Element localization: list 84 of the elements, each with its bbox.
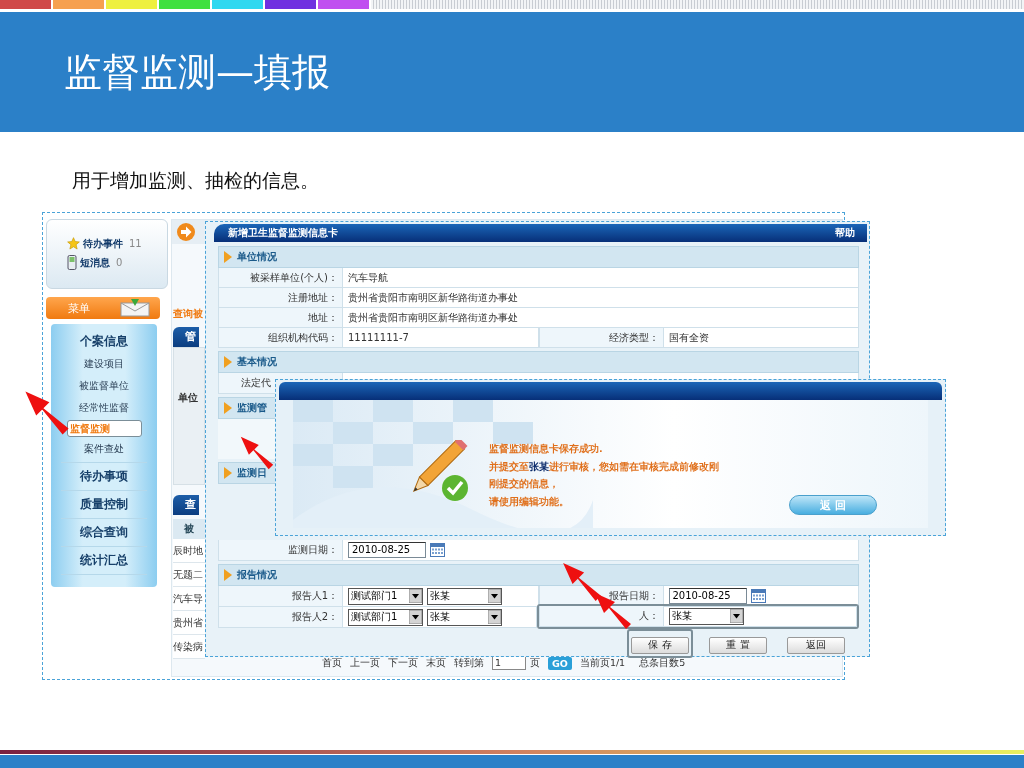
dropdown[interactable]: 张某 [427,608,502,626]
menu-group[interactable]: 统计汇总 [76,549,132,572]
page-link[interactable]: 上一页 [350,656,380,670]
menu-title: 菜单 [68,300,90,316]
field-label: 被采样单位(个人)： [218,268,343,288]
table-cell: 汽车导 [173,587,205,611]
notice-label[interactable]: 待办事件 [83,236,123,251]
tab[interactable]: 管 [173,327,199,347]
slide-subtitle: 用于增加监测、抽检的信息。 [72,168,319,193]
section-title: 基本情况 [237,355,277,369]
field-label: 人： [538,606,664,627]
menu-item[interactable]: 被监督单位 [67,376,141,396]
notice-count: 0 [116,257,123,268]
pointer-arrow [23,389,71,437]
field-label: 报告人2： [218,607,343,628]
menu-group[interactable]: 综合查询 [76,521,132,544]
menu-group[interactable]: 个案信息 [76,330,132,353]
triangle-icon [223,250,233,264]
page-link[interactable]: 下一页 [388,656,418,670]
dropdown[interactable]: 测试部门1 [348,608,423,626]
field-value: 汽车导航 [348,270,388,285]
total-count: 总条目数5 [639,656,686,670]
field-value: 国有全资 [668,330,709,345]
column-header: 被 [173,519,205,539]
tab[interactable]: 查 [173,495,199,515]
menu-item[interactable]: 经常性监督 [67,398,141,418]
table-cell: 无题二 [173,563,205,587]
field-label: 单位 [178,392,198,403]
date-field[interactable]: 2010-08-25 [348,542,426,558]
page-input[interactable]: 1 [492,656,526,670]
dropdown[interactable]: 张某 [668,607,744,625]
arrow-right-icon[interactable] [176,222,196,242]
field-value: 贵州省贵阳市南明区新华路街道办事处 [348,290,518,305]
field-label: 监测日期： [218,540,343,561]
window-title: 新增卫生监督监测信息卡 [228,226,338,240]
page-unit: 页 [530,656,540,670]
field-label: 地址： [218,308,343,328]
field-value: 贵州省贵阳市南明区新华路街道办事处 [348,310,518,325]
form-button[interactable]: 返回 [787,636,845,654]
dropdown[interactable]: 测试部门1 [348,587,423,605]
query-heading: 查询被 [173,307,204,321]
form-button[interactable]: 重 置 [709,636,767,654]
caret-icon [488,589,501,603]
envelope-icon [120,299,150,317]
field-label: 注册地址： [218,288,343,308]
slide-title: 监督监测—填报 [64,48,330,96]
table-cell: 传染病 [173,635,205,659]
caret-icon [409,589,422,603]
caret-icon [729,609,743,623]
date-field[interactable]: 2010-08-25 [668,588,747,604]
star-icon [67,237,80,250]
triangle-icon [223,401,233,415]
success-message: 监督监测信息卡保存成功. 并提交至张某进行审核，您如需在审核完成前修改刚 刚提交的信息， 请使用编辑功能。 [489,442,719,509]
page-link[interactable]: 首页 [322,656,342,670]
caret-icon [409,610,422,624]
table-cell: 辰时地 [173,539,205,563]
menu-group[interactable]: 待办事项 [76,465,132,488]
page-count: 当前页1/1 [579,656,626,670]
field-label: 经济类型： [538,328,664,348]
form-button[interactable]: 保 存 [631,636,689,654]
menu-group[interactable]: 质量控制 [76,493,132,516]
goto-label: 转到第 [454,656,484,670]
dropdown[interactable]: 张某 [427,587,502,605]
section-title: 单位情况 [237,250,277,264]
menu-item[interactable]: 建设项目 [72,354,136,374]
field-label: 组织机构代码： [218,328,343,348]
notice-count: 11 [129,238,142,249]
calendar-icon[interactable] [750,589,766,603]
section-title: 监测日 [237,466,267,480]
table-cell: 贵州省 [173,611,205,635]
caret-icon [488,610,501,624]
section-title: 报告情况 [237,568,277,582]
triangle-icon [223,568,233,582]
calendar-icon[interactable] [430,543,445,557]
section-title: 监测管 [237,401,267,415]
triangle-icon [223,355,233,369]
field-value: 11111111-7 [348,332,409,343]
help-link[interactable]: 帮助 [835,226,855,240]
phone-icon [67,255,77,270]
triangle-icon [223,466,233,480]
notice-label[interactable]: 短消息 [80,255,110,270]
page-link[interactable]: 末页 [426,656,446,670]
menu-item[interactable]: 案件查处 [72,439,136,459]
field-label: 报告人1： [218,586,343,607]
